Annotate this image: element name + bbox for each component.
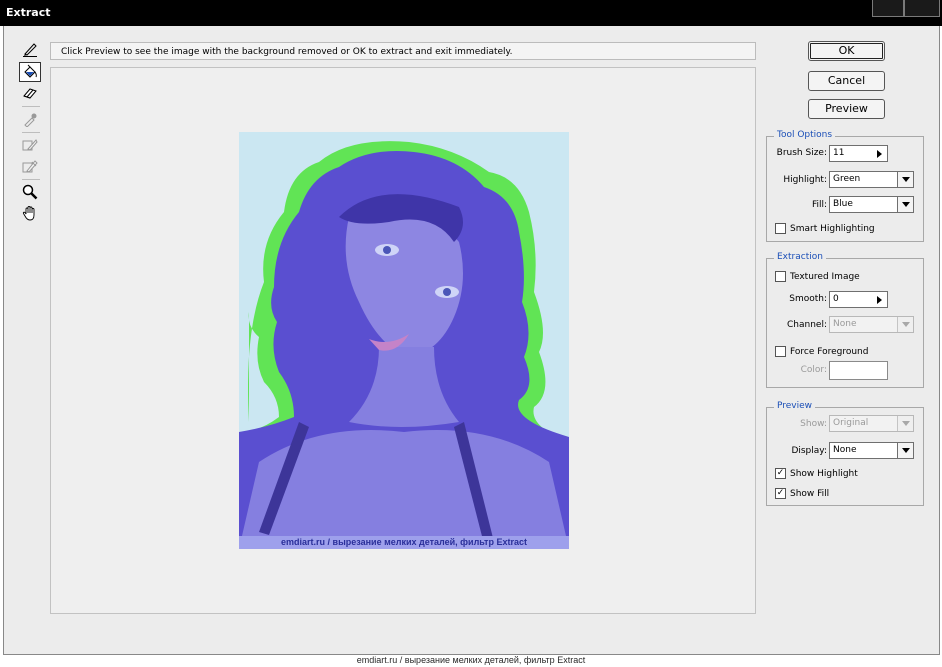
smooth-label: Smooth: — [789, 294, 827, 304]
checkbox-box[interactable] — [775, 346, 786, 357]
cancel-button[interactable]: Cancel — [808, 71, 885, 91]
brush-size-label: Brush Size: — [776, 148, 827, 158]
show-fill-checkbox[interactable]: ✓ Show Fill — [775, 487, 829, 500]
ok-button[interactable]: OK — [808, 41, 885, 61]
smart-highlighting-label: Smart Highlighting — [790, 223, 875, 234]
checkbox-box[interactable] — [775, 223, 786, 234]
toolbox-divider — [22, 179, 40, 180]
toolbox-divider — [22, 106, 40, 107]
smart-highlighting-checkbox[interactable]: Smart Highlighting — [775, 222, 875, 235]
highlight-value: Green — [833, 174, 861, 184]
brush-size-slider-arrow[interactable] — [872, 146, 887, 161]
checkbox-box[interactable]: ✓ — [775, 468, 786, 479]
highlight-select[interactable]: Green — [829, 171, 914, 188]
tool-options-title: Tool Options — [774, 130, 836, 140]
smooth-field[interactable]: 0 — [829, 291, 888, 308]
eraser-icon[interactable] — [20, 84, 40, 102]
image-watermark-caption: emdiart.ru / вырезание мелких деталей, ф… — [239, 536, 569, 549]
chevron-down-icon — [901, 322, 910, 327]
checkbox-box[interactable]: ✓ — [775, 488, 786, 499]
dropdown-arrow[interactable] — [897, 416, 913, 431]
dropdown-arrow[interactable] — [897, 443, 913, 458]
title-bar: Extract — [0, 0, 942, 26]
preview-button[interactable]: Preview — [808, 99, 885, 119]
extraction-title: Extraction — [774, 252, 826, 262]
show-highlight-label: Show Highlight — [790, 468, 858, 479]
brush-size-value: 11 — [833, 148, 845, 158]
edge-highlighter-icon[interactable] — [20, 40, 40, 58]
zoom-icon[interactable] — [20, 183, 40, 201]
show-fill-label: Show Fill — [790, 488, 830, 499]
color-swatch[interactable] — [829, 361, 888, 380]
chevron-down-icon — [901, 448, 910, 453]
chevron-down-icon — [901, 421, 910, 426]
toolbox-divider — [22, 132, 40, 133]
channel-value: None — [833, 319, 857, 329]
show-select[interactable]: Original — [829, 415, 914, 432]
dropdown-arrow[interactable] — [897, 197, 913, 212]
brush-size-field[interactable]: 11 — [829, 145, 888, 162]
instruction-bar: Click Preview to see the image with the … — [50, 42, 756, 60]
window-title: Extract — [6, 6, 51, 19]
force-foreground-label: Force Foreground — [790, 346, 869, 357]
show-value: Original — [833, 418, 869, 428]
channel-select[interactable]: None — [829, 316, 914, 333]
chevron-down-icon — [901, 202, 910, 207]
footer-watermark-caption: emdiart.ru / вырезание мелких деталей, ф… — [356, 655, 586, 665]
checkbox-box[interactable] — [775, 271, 786, 282]
color-label: Color: — [800, 365, 827, 375]
dropdown-arrow[interactable] — [897, 172, 913, 187]
highlight-label: Highlight: — [783, 175, 827, 185]
close-button[interactable] — [904, 0, 940, 17]
display-label: Display: — [791, 446, 827, 456]
display-select[interactable]: None — [829, 442, 914, 459]
textured-image-checkbox[interactable]: Textured Image — [775, 270, 860, 283]
hand-icon[interactable] — [20, 204, 40, 222]
edge-touchup-icon[interactable] — [20, 157, 40, 175]
textured-image-label: Textured Image — [790, 271, 860, 282]
channel-label: Channel: — [787, 320, 827, 330]
minimize-button[interactable] — [872, 0, 904, 17]
fill-bucket-icon[interactable] — [19, 62, 41, 82]
triangle-right-icon — [877, 295, 882, 304]
show-highlight-checkbox[interactable]: ✓ Show Highlight — [775, 467, 858, 480]
smooth-value: 0 — [833, 294, 839, 304]
display-value: None — [833, 445, 857, 455]
preview-title: Preview — [774, 401, 816, 411]
cleanup-tool-icon[interactable] — [20, 136, 40, 154]
chevron-down-icon — [901, 177, 910, 182]
triangle-right-icon — [877, 149, 882, 158]
fill-select[interactable]: Blue — [829, 196, 914, 213]
portrait-image[interactable] — [239, 132, 569, 549]
fill-value: Blue — [833, 199, 853, 209]
dropdown-arrow[interactable] — [897, 317, 913, 332]
eyedropper-icon[interactable] — [20, 110, 40, 128]
force-foreground-checkbox[interactable]: Force Foreground — [775, 345, 868, 358]
show-label: Show: — [800, 419, 827, 429]
smooth-slider-arrow[interactable] — [872, 292, 887, 307]
fill-label: Fill: — [811, 200, 827, 210]
